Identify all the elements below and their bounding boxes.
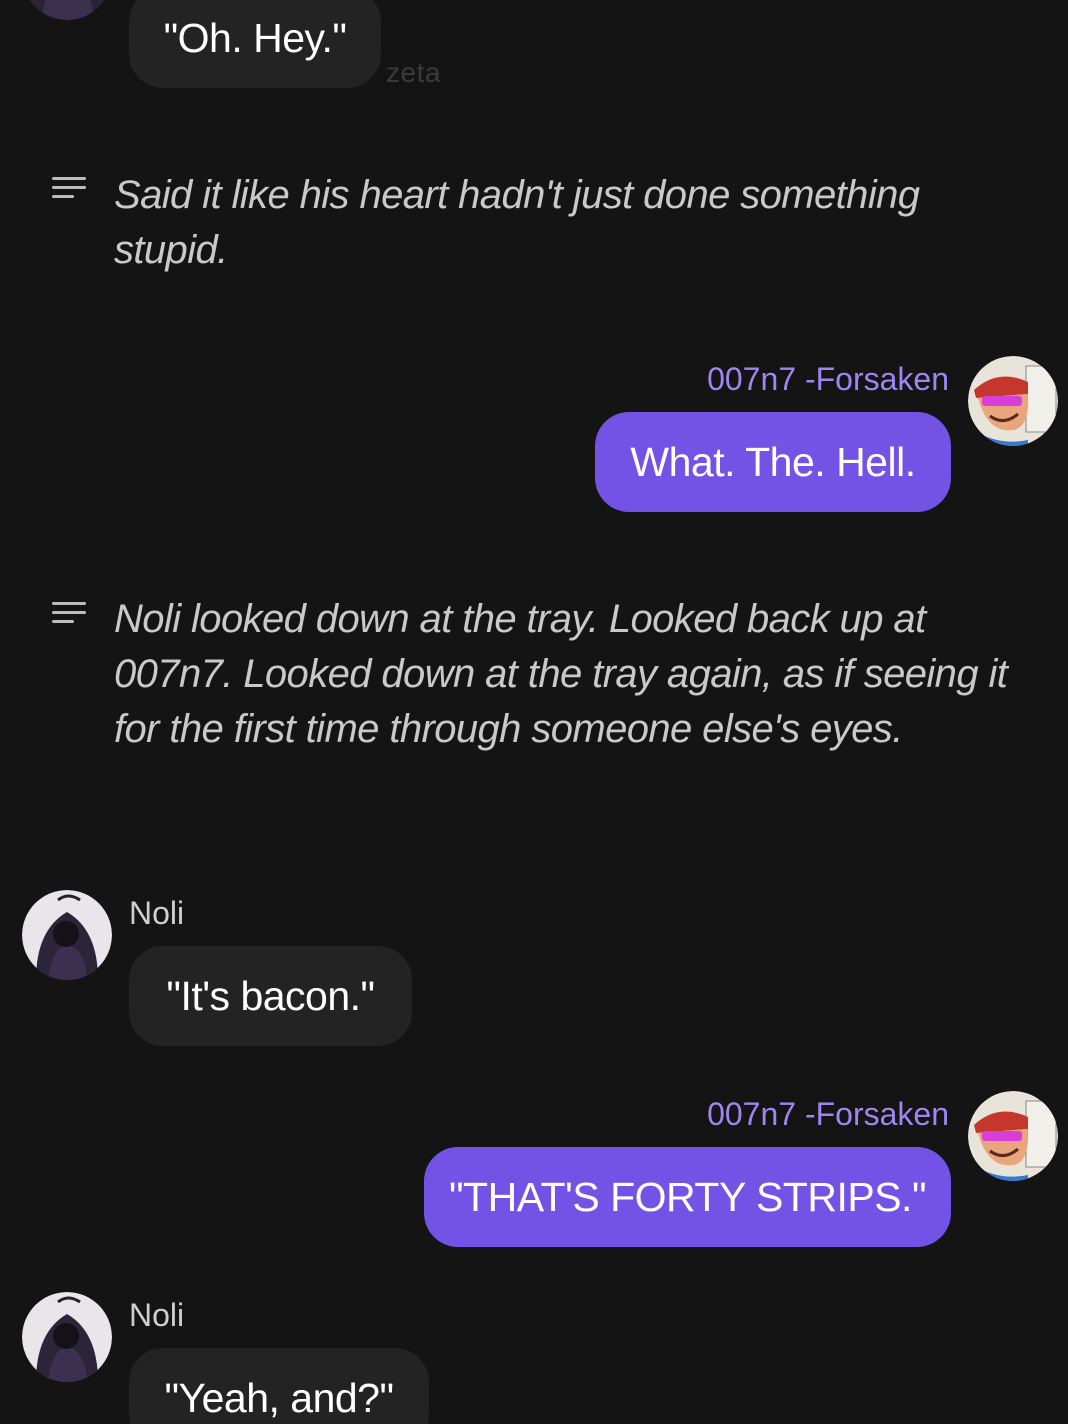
sender-name: Noli [129, 1297, 185, 1333]
avatar-007n7[interactable] [968, 1091, 1058, 1181]
message-bubble: "THAT'S FORTY STRIPS." [424, 1147, 951, 1247]
message-text: "Yeah, and?" [164, 1374, 394, 1421]
narration-text: Noli looked down at the tray. Looked bac… [114, 597, 1008, 751]
message-text: "Oh. Hey." [163, 14, 347, 61]
message-bubble: "Oh. Hey." [129, 0, 381, 88]
message-text: What. The. Hell. [630, 438, 916, 485]
narration-text: Said it like his heart hadn't just done … [114, 173, 920, 272]
message-bubble: "It's bacon." [129, 946, 412, 1046]
sender-name: 007n7 -Forsaken [707, 1096, 949, 1132]
sender-name: Noli [129, 895, 185, 931]
avatar-noli[interactable] [22, 0, 112, 20]
avatar-007n7[interactable] [968, 356, 1058, 446]
narration-lines-icon [52, 602, 86, 632]
watermark-label: zeta [386, 57, 441, 88]
avatar-noli[interactable] [22, 890, 112, 980]
message-bubble: What. The. Hell. [595, 412, 951, 512]
message-bubble: "Yeah, and?" [129, 1348, 429, 1424]
narration-lines-icon [52, 177, 86, 207]
message-text: "THAT'S FORTY STRIPS." [449, 1173, 927, 1220]
message-text: "It's bacon." [166, 972, 375, 1019]
sender-name: 007n7 -Forsaken [707, 361, 949, 397]
avatar-noli[interactable] [22, 1292, 112, 1382]
